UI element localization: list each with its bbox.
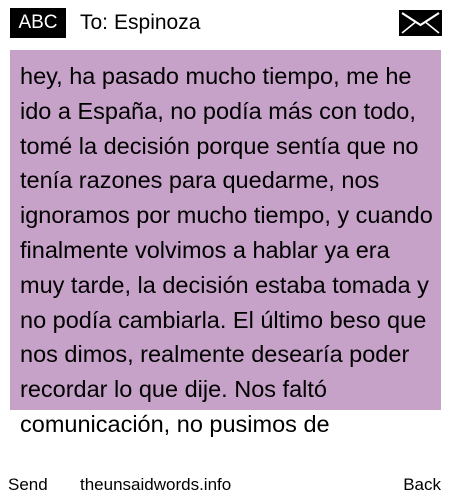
to-label: To: xyxy=(80,11,109,34)
recipient-line[interactable]: To: Espinoza xyxy=(80,9,200,37)
message-text: hey, ha pasado mucho tiempo, me he ido a… xyxy=(20,63,433,437)
header-bar: ABC To: Espinoza xyxy=(0,0,450,46)
softkey-bar: Send theunsaidwords.info Back xyxy=(0,475,450,495)
back-softkey[interactable]: Back xyxy=(403,475,441,495)
input-mode-badge[interactable]: ABC xyxy=(10,8,66,38)
send-softkey[interactable]: Send xyxy=(8,475,48,495)
recipient-name: Espinoza xyxy=(114,11,201,34)
message-body[interactable]: hey, ha pasado mucho tiempo, me he ido a… xyxy=(10,50,441,500)
envelope-icon xyxy=(399,10,442,36)
site-label: theunsaidwords.info xyxy=(80,475,232,494)
